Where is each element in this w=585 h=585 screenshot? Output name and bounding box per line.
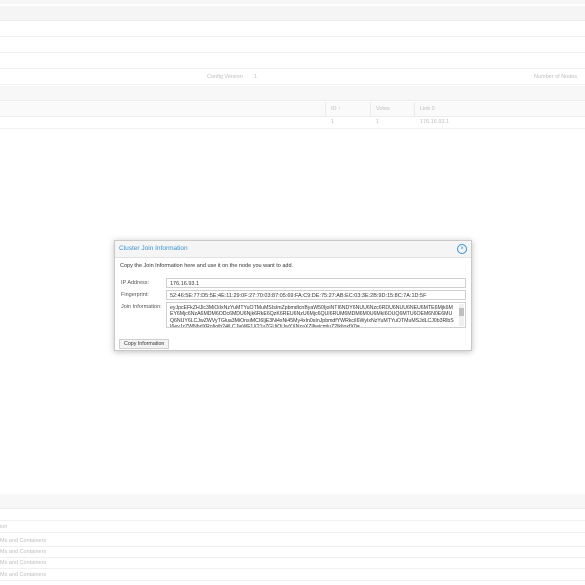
cluster-join-dialog: Cluster Join Information × Copy the Join… [114, 240, 472, 351]
fingerprint-field[interactable]: 52:46:5E:77:D5:5E:4E:11:29:0F:27:70:03:8… [166, 290, 466, 300]
join-information-label: Join Information: [121, 304, 162, 310]
join-information-text: eyJpcEFkZHJlc3MiOiIxNzYuMTYuOTMuMSIsImZp… [170, 305, 454, 328]
copy-information-button[interactable]: Copy Information [119, 339, 170, 349]
join-information-scrollbar[interactable] [459, 304, 464, 326]
scrollbar-thumb[interactable] [459, 308, 464, 316]
close-circle-icon[interactable]: × [457, 244, 467, 254]
ip-address-label: IP Address: [121, 280, 150, 286]
dialog-title: Cluster Join Information [119, 245, 188, 252]
dialog-header: Cluster Join Information × [115, 241, 471, 258]
fingerprint-label: Fingerprint: [121, 292, 149, 298]
join-information-textarea[interactable]: eyJpcEFkZHJlc3MiOiIxNzYuMTYuOTMuMSIsImZp… [166, 302, 466, 328]
dialog-instruction: Copy the Join Information here and use i… [120, 263, 294, 269]
ip-address-field[interactable]: 176.16.93.1 [166, 278, 466, 288]
